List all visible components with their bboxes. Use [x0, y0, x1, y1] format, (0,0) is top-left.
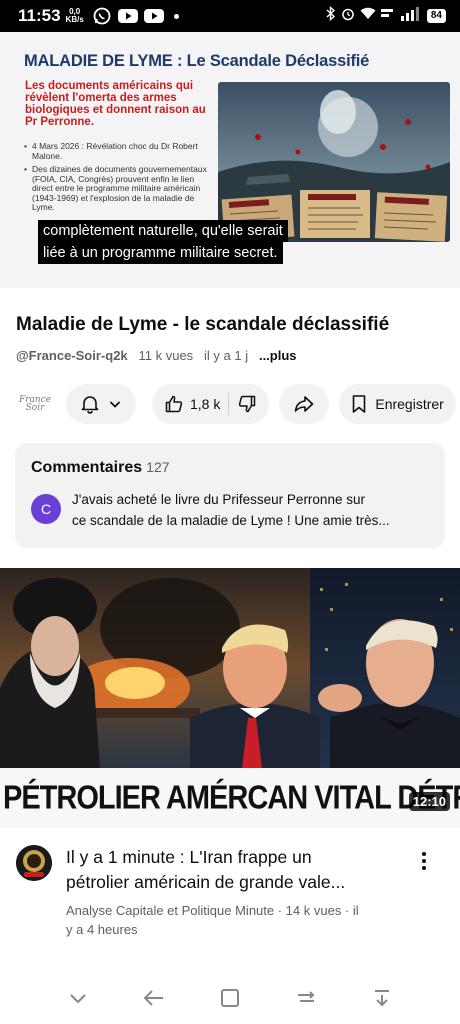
network-speed: 0,0 KB/s [66, 8, 84, 24]
recents-icon[interactable] [286, 978, 326, 1018]
divider [228, 393, 230, 415]
thumbs-up-icon [164, 394, 184, 414]
top-comment-text: J'avais acheté le livre du Prifesseur Pe… [72, 489, 437, 531]
recommended-video-info[interactable]: Il y a 1 minute : L'Iran frappe un pétro… [0, 843, 460, 953]
thumbnail-banner-text: PÉTROLIER AMÉRCAN VITAL DÉTRUIT [3, 779, 460, 816]
bell-icon [80, 394, 100, 414]
channel-logo-text: Soir [25, 403, 45, 413]
more-options-icon[interactable] [414, 847, 434, 875]
share-icon [293, 394, 315, 414]
alarm-icon [341, 7, 355, 26]
comment-line: J'avais acheté le livre du Prifesseur Pe… [72, 492, 365, 507]
recommended-channel-avatar[interactable] [16, 845, 52, 881]
signal-icon [400, 6, 422, 26]
video-meta[interactable]: @France-Soir-q2k 11 k vues il y a 1 j ..… [16, 348, 297, 363]
slide-illustration [218, 82, 450, 242]
comments-preview[interactable]: Commentaires 127 C J'avais acheté le livr… [15, 443, 445, 548]
action-bar: France Soir 1,8 k Enregistrer [14, 384, 460, 424]
recommended-video-meta: Analyse Capitale et Politique Minute · 1… [66, 901, 416, 939]
captions: complètement naturelle, qu'elle serait l… [38, 220, 288, 264]
back-icon[interactable] [134, 978, 174, 1018]
upload-age: il y a 1 j [204, 348, 249, 363]
slide-bullet: 4 Mars 2026 : Révélation choc du Dr Robe… [22, 141, 212, 161]
comment-line: ce scandale de la maladie de Lyme ! Une … [72, 513, 390, 528]
slide-bullets: 4 Mars 2026 : Révélation choc du Dr Robe… [22, 141, 212, 217]
like-dislike-group: 1,8 k [152, 384, 270, 424]
view-count: 11 k vues [138, 348, 194, 363]
video-title[interactable]: Maladie de Lyme - le scandale déclassifi… [16, 314, 446, 336]
recommended-meta-line: y a 4 heures [66, 922, 138, 937]
dislike-button[interactable] [237, 394, 257, 414]
channel-handle[interactable]: @France-Soir-q2k [16, 348, 128, 363]
slide-intro: Les documents américains qui révèlent l'… [25, 80, 206, 128]
recommended-video-title[interactable]: Il y a 1 minute : L'Iran frappe un pétro… [66, 845, 406, 895]
home-icon[interactable] [210, 978, 250, 1018]
youtube-icon [143, 8, 164, 24]
video-player[interactable]: MALADIE DE LYME : Le Scandale Déclassifi… [0, 32, 460, 288]
slide-title: MALADIE DE LYME : Le Scandale Déclassifi… [24, 52, 370, 70]
subscribe-notification-button[interactable] [66, 384, 136, 424]
share-button[interactable] [279, 384, 330, 424]
volte-icon [380, 7, 395, 25]
thumbnail-image [0, 568, 460, 768]
slide-bullet: Des dizaines de documents gouvernementau… [22, 164, 212, 213]
save-label: Enregistrer [375, 396, 444, 412]
battery-indicator: 84 [426, 9, 446, 23]
notification-dot-icon [173, 13, 179, 19]
chevron-down-icon [108, 397, 122, 411]
channel-avatar[interactable]: France Soir [14, 388, 56, 420]
caption-line: complètement naturelle, qu'elle serait [38, 220, 288, 242]
status-time: 11:53 [18, 6, 61, 25]
like-button[interactable]: 1,8 k [164, 394, 220, 414]
comments-header: Commentaires 127 [31, 459, 170, 477]
thumbs-down-icon [237, 394, 257, 414]
recommended-video-thumbnail[interactable]: PÉTROLIER AMÉRCAN VITAL DÉTRUIT 12:10 [0, 568, 460, 828]
save-button[interactable]: Enregistrer [339, 384, 456, 424]
comments-title: Commentaires [31, 459, 143, 476]
bookmark-icon [351, 394, 367, 414]
status-bar: 11:53 0,0 KB/s 84 [0, 0, 460, 32]
network-speed-unit: KB/s [65, 15, 84, 24]
recommended-meta-line: Analyse Capitale et Politique Minute · 1… [66, 903, 359, 918]
recommended-title-line: pétrolier américain de grande vale... [66, 872, 346, 892]
like-count: 1,8 k [190, 396, 221, 412]
download-icon[interactable] [362, 978, 402, 1018]
video-details: Maladie de Lyme - le scandale déclassifi… [0, 288, 460, 1024]
bluetooth-icon [326, 5, 336, 26]
video-duration: 12:10 [408, 792, 450, 811]
whatsapp-icon [92, 7, 112, 25]
chevron-down-icon[interactable] [58, 978, 98, 1018]
recommended-title-line: Il y a 1 minute : L'Iran frappe un [66, 847, 312, 867]
thumbnail-banner: PÉTROLIER AMÉRCAN VITAL DÉTRUIT [0, 768, 460, 828]
commenter-avatar: C [31, 494, 61, 524]
system-nav-bar [0, 972, 460, 1024]
wifi-icon [360, 7, 376, 25]
caption-line: liée à un programme militaire secret. [38, 242, 283, 264]
more-link[interactable]: ...plus [259, 348, 297, 363]
comments-count: 127 [146, 459, 170, 475]
youtube-icon [117, 8, 138, 24]
